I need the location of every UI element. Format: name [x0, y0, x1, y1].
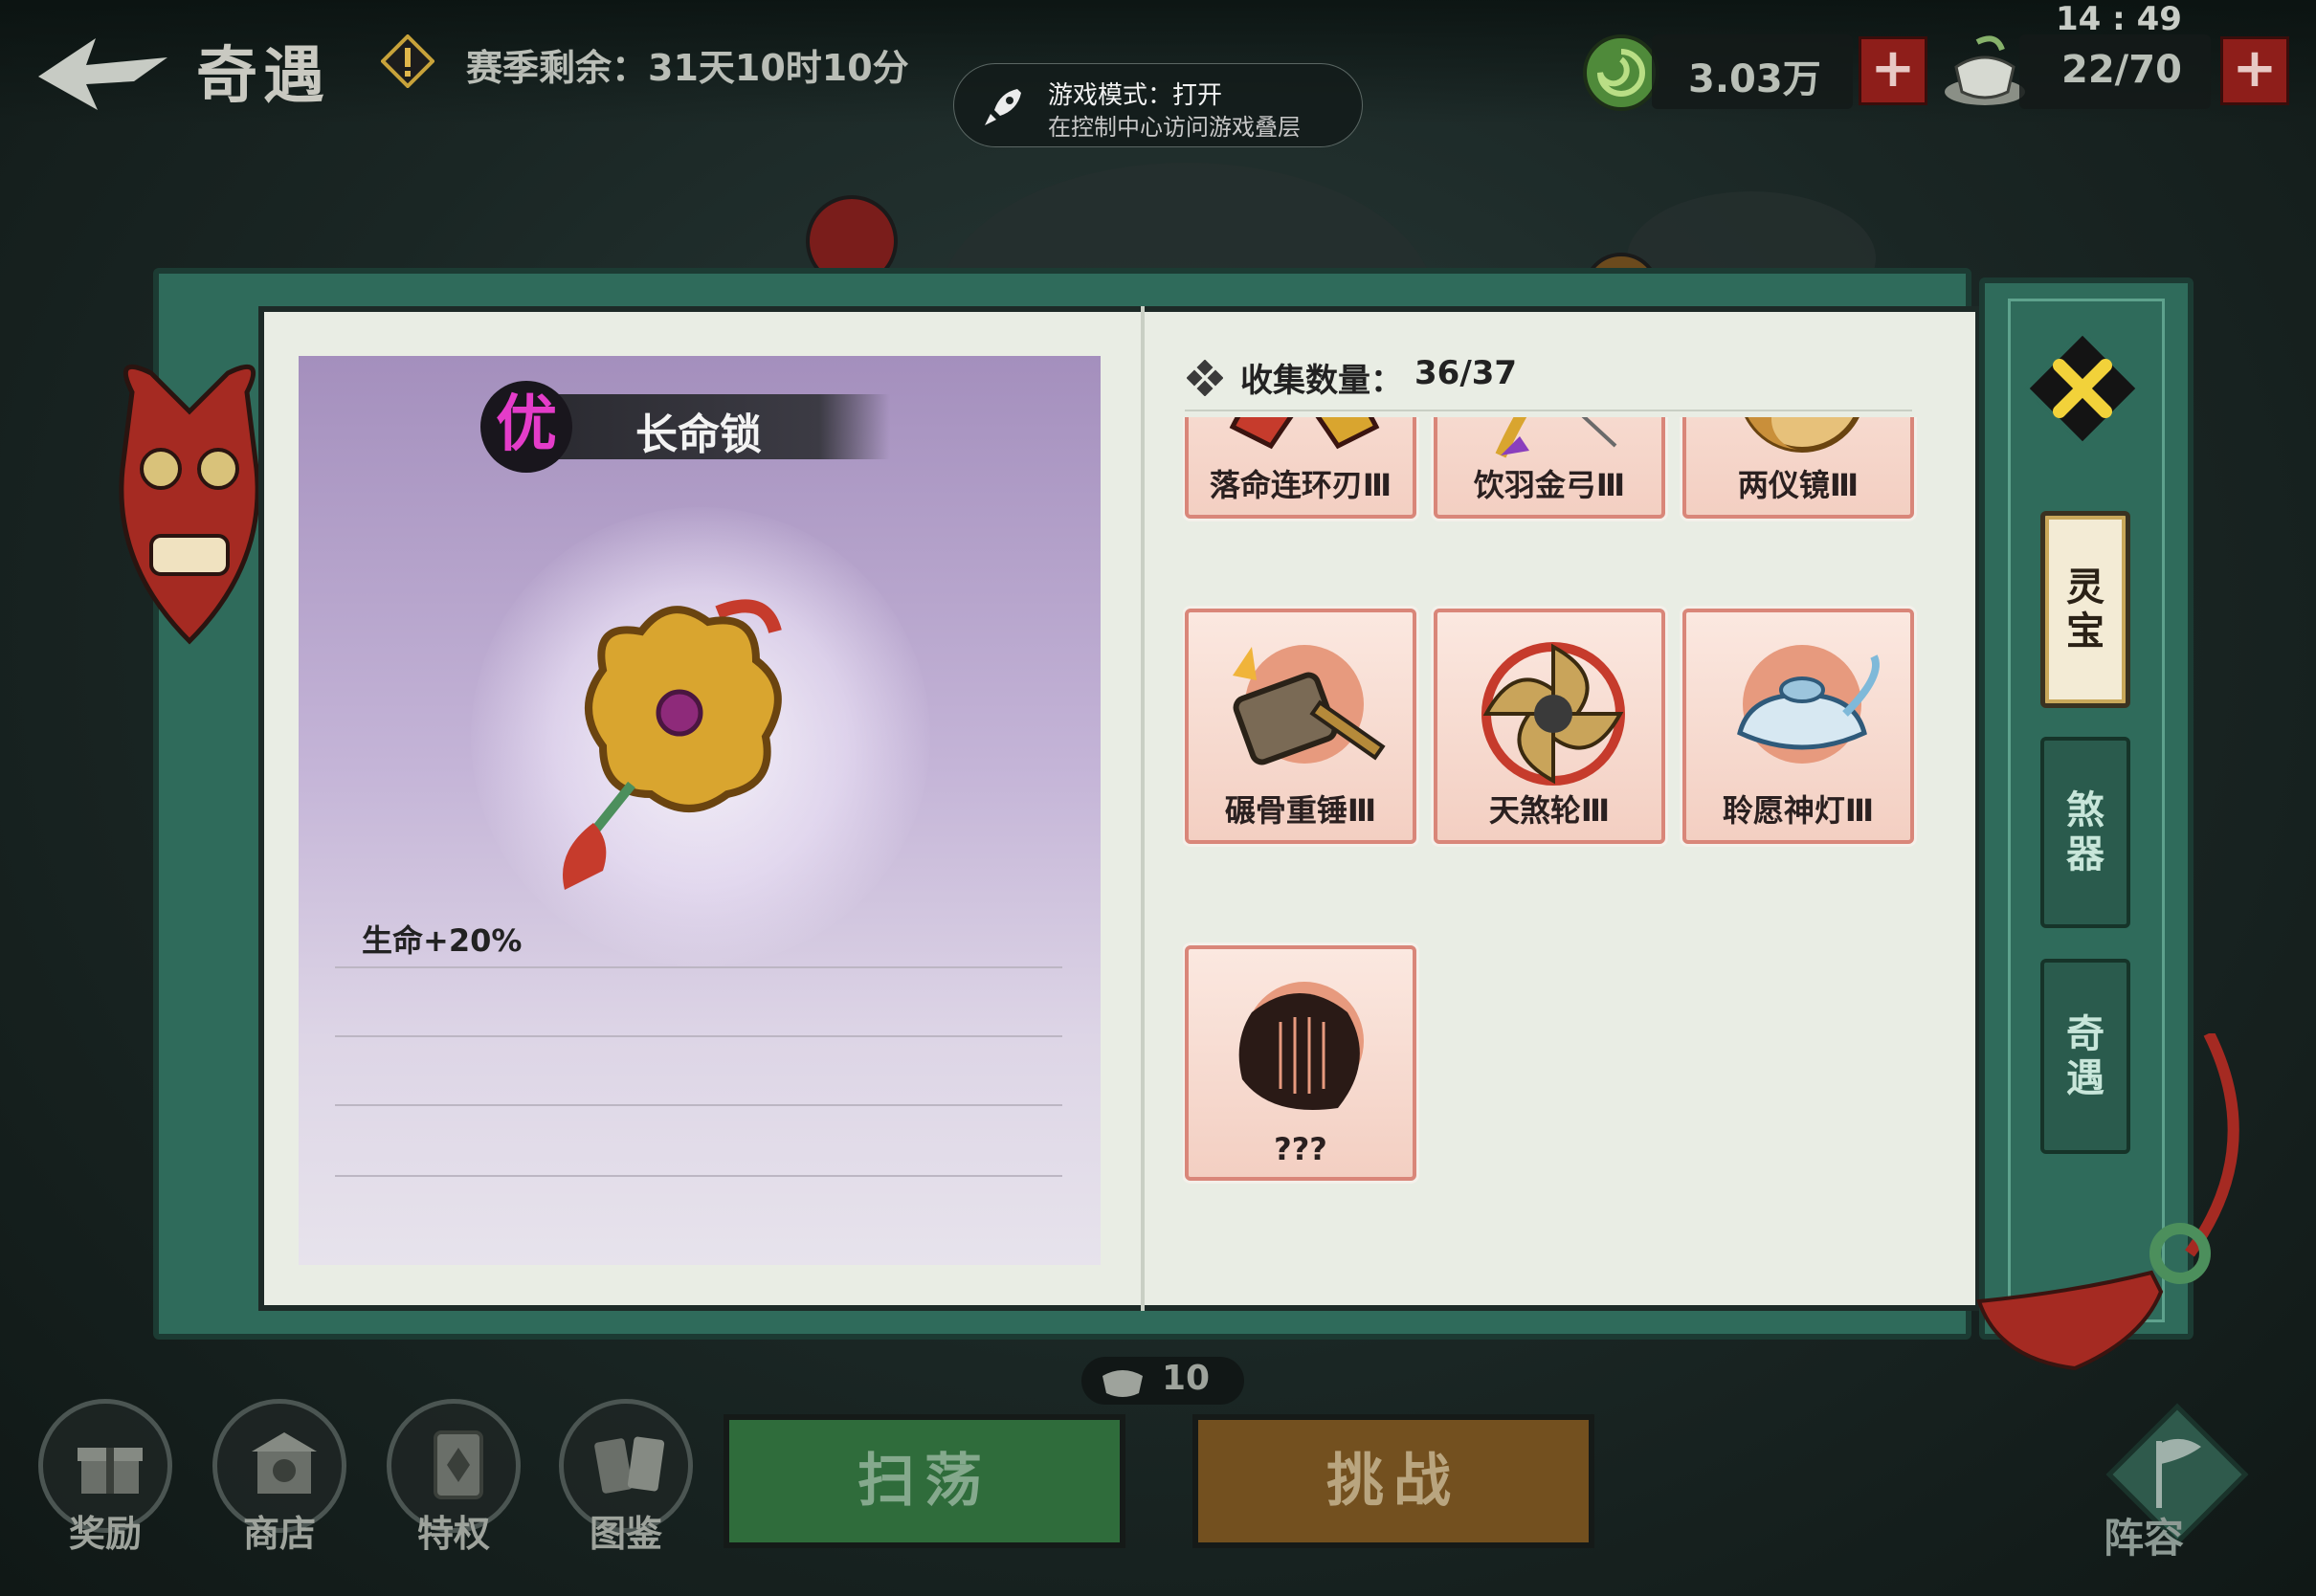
- stat-divider: [335, 1175, 1062, 1177]
- shop-icon: [252, 1432, 317, 1494]
- tea-cup-stamina-icon: [1102, 1370, 1143, 1397]
- tassel-ornament-icon: [1976, 1033, 2239, 1371]
- grade-badge: 优: [480, 381, 572, 473]
- magic-lamp-icon: [1737, 645, 1880, 764]
- privilege-label: 特权: [416, 1513, 490, 1555]
- currency-value: 3.03万: [1688, 57, 1821, 101]
- stat-divider: [335, 1104, 1062, 1106]
- collection-item[interactable]: 天煞轮Ⅲ: [1434, 609, 1665, 844]
- collection-item-label: 聆愿神灯Ⅲ: [1722, 792, 1875, 829]
- longevity-lock-icon: [563, 599, 782, 890]
- twin-blade-icon: [1229, 417, 1380, 450]
- rocket-icon: [985, 89, 1021, 125]
- tea-cup-stamina-icon: [1945, 35, 2025, 105]
- collection-count-label: 收集数量：: [1240, 362, 1403, 400]
- collection-item[interactable]: ???: [1185, 945, 1416, 1181]
- item-stat: 生命+20%: [362, 922, 523, 959]
- tab-lingbao-label: 灵宝: [2066, 565, 2104, 654]
- toast-subtitle: 在控制中心访问游戏叠层: [1048, 114, 1301, 141]
- stamina-value: 22/70: [2061, 48, 2182, 92]
- tab-shaqi[interactable]: 煞器: [2040, 737, 2130, 928]
- demon-mask-ornament-icon: [119, 364, 260, 645]
- collection-item-label: 落命连环刃Ⅲ: [1209, 467, 1392, 503]
- stat-divider: [335, 966, 1062, 968]
- collection-grid[interactable]: 落命连环刃Ⅲ 饮羽金弓Ⅲ 两仪镜Ⅲ 碾骨重锤Ⅲ 天煞轮Ⅲ 聆愿神灯Ⅲ ???: [1183, 417, 1920, 1269]
- collection-item-label: ???: [1274, 1131, 1327, 1167]
- close-icon[interactable]: [2023, 329, 2142, 448]
- diamond-cluster-icon: [1187, 360, 1223, 396]
- sweep-button[interactable]: 扫荡: [724, 1414, 1125, 1548]
- season-remaining-text: 赛季剩余：31天10时10分: [466, 47, 909, 89]
- spinning-wheel-blade-icon: [1481, 642, 1625, 786]
- tab-shaqi-label: 煞器: [2066, 788, 2104, 876]
- rewards-label: 奖励: [68, 1513, 142, 1555]
- privilege-card-icon: [434, 1430, 483, 1499]
- collection-item-label: 饮羽金弓Ⅲ: [1473, 467, 1626, 503]
- collection-count-value: 36/37: [1414, 354, 1518, 392]
- add-stamina-button[interactable]: +: [2220, 36, 2289, 105]
- collection-item-label: 天煞轮Ⅲ: [1488, 792, 1611, 829]
- toast-title: 游戏模式：打开: [1048, 81, 1223, 110]
- warning-icon[interactable]: [381, 34, 434, 88]
- collection-item[interactable]: 落命连环刃Ⅲ: [1185, 417, 1416, 519]
- challenge-button[interactable]: 挑战: [1192, 1414, 1594, 1548]
- stamina-cost-value: 10: [1162, 1359, 1211, 1398]
- taiji-mirror-icon: [1745, 417, 1859, 453]
- war-hammer-icon: [1233, 645, 1386, 765]
- locked-harp-silhouette-icon: [1238, 982, 1364, 1110]
- codex-cards-icon: [594, 1436, 665, 1494]
- tab-lingbao[interactable]: 灵宝: [2040, 511, 2130, 708]
- lineup-label: 阵容: [2104, 1515, 2185, 1562]
- item-name: 长命锁: [635, 410, 762, 459]
- game-mode-toast: 游戏模式：打开 在控制中心访问游戏叠层: [953, 63, 1363, 147]
- stage-title: 奇遇: [196, 40, 330, 112]
- collection-item[interactable]: 饮羽金弓Ⅲ: [1434, 417, 1665, 519]
- clock: 14 : 49: [2056, 0, 2182, 38]
- golden-bow-icon: [1495, 417, 1617, 458]
- page-divider: [1141, 306, 1145, 1311]
- back-arrow-icon[interactable]: [29, 29, 172, 115]
- collection-item-label: 两仪镜Ⅲ: [1737, 467, 1859, 503]
- collection-item[interactable]: 两仪镜Ⅲ: [1682, 417, 1914, 519]
- add-currency-button[interactable]: +: [1859, 36, 1927, 105]
- collection-item-label: 碾骨重锤Ⅲ: [1224, 792, 1377, 829]
- gift-icon: [78, 1448, 143, 1494]
- jade-coin-icon: [1583, 34, 1659, 111]
- collection-item[interactable]: 聆愿神灯Ⅲ: [1682, 609, 1914, 844]
- codex-label: 图鉴: [589, 1513, 662, 1555]
- shop-label: 商店: [242, 1513, 316, 1555]
- stat-divider: [335, 1035, 1062, 1037]
- collection-item[interactable]: 碾骨重锤Ⅲ: [1185, 609, 1416, 844]
